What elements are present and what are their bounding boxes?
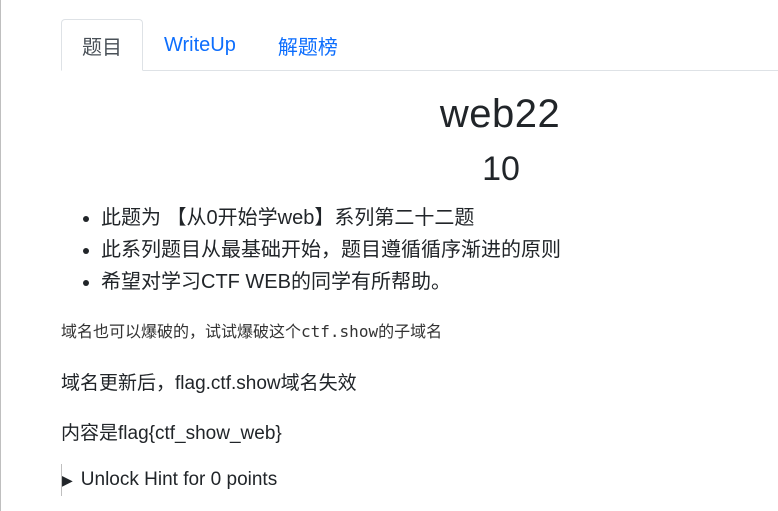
list-item: 此系列题目从最基础开始，题目遵循循序渐进的原则 <box>101 234 561 266</box>
list-item: 此题为 【从0开始学web】系列第二十二题 <box>101 202 561 234</box>
challenge-points: 10 <box>482 150 520 188</box>
challenge-tabs: 题目 WriteUp 解题榜 <box>61 19 778 71</box>
unlock-hint-label: Unlock Hint for 0 points <box>80 469 278 490</box>
domain-update-text: 域名更新后，flag.ctf.show域名失效 <box>61 373 357 394</box>
list-item: 希望对学习CTF WEB的同学有所帮助。 <box>101 266 561 298</box>
triangle-right-icon: ▶ <box>62 471 73 488</box>
tab-challenge[interactable]: 题目 <box>61 19 143 71</box>
note-text-before: 域名也可以爆破的，试试爆破这个 <box>61 322 302 341</box>
subdomain-note: 域名也可以爆破的，试试爆破这个ctf.show的子域名 <box>61 318 442 342</box>
flag-content-text: 内容是flag{ctf_show_web} <box>61 423 282 444</box>
unlock-hint-toggle[interactable]: ▶ Unlock Hint for 0 points <box>61 464 277 496</box>
window-left-border <box>0 0 1 511</box>
challenge-title: web22 <box>439 92 561 136</box>
tab-writeup[interactable]: WriteUp <box>143 19 257 71</box>
note-text-after: 的子域名 <box>378 322 443 341</box>
tab-solves[interactable]: 解题榜 <box>257 19 359 71</box>
note-domain-code: ctf.show <box>301 322 379 341</box>
description-list: 此题为 【从0开始学web】系列第二十二题 此系列题目从最基础开始，题目遵循循序… <box>61 202 561 298</box>
